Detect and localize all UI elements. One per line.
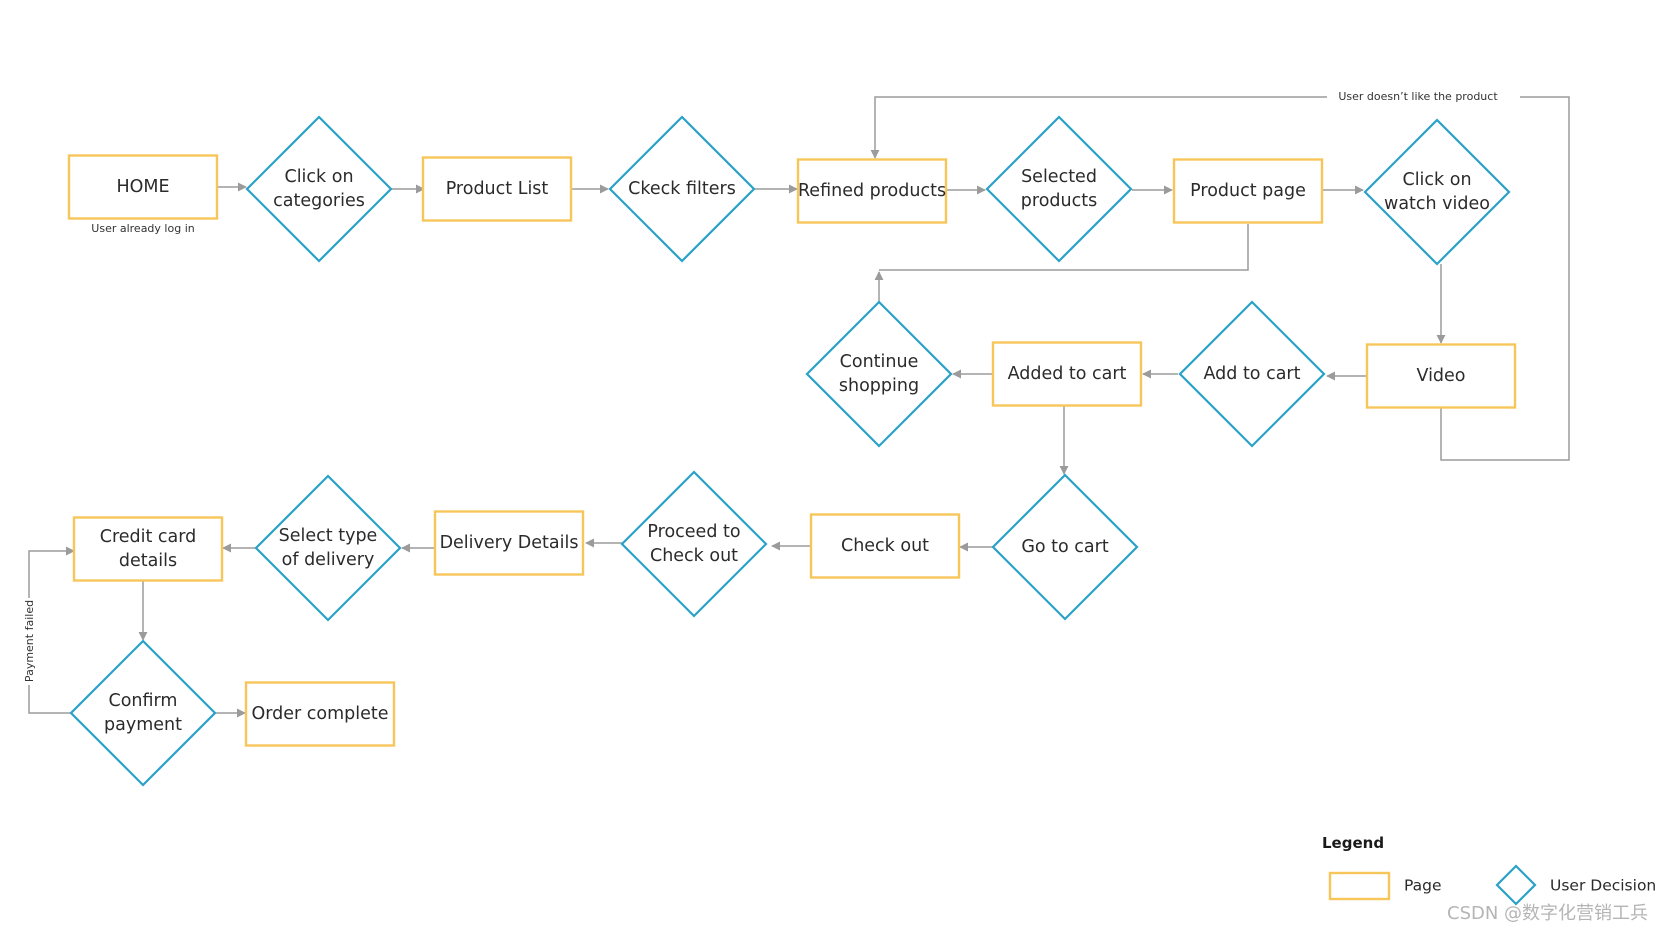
- node-label: Click on: [1402, 170, 1471, 190]
- node-product-page: Product page: [1172, 158, 1324, 224]
- legend-decision-label: User Decision: [1550, 877, 1656, 895]
- legend-title: Legend: [1322, 834, 1384, 852]
- node-delivery-details: Delivery Details: [433, 510, 585, 576]
- node-add-to-cart: Add to cart: [1178, 300, 1326, 448]
- node-check-out: Check out: [809, 513, 961, 579]
- node-credit-card: Credit card details: [72, 516, 224, 582]
- node-label: Product List: [446, 179, 549, 199]
- node-label: Added to cart: [1008, 364, 1127, 384]
- node-label: Check out: [841, 536, 929, 556]
- node-continue-shopping: Continue shopping: [805, 300, 953, 448]
- node-product-list: Product List: [421, 156, 573, 222]
- loop-label-payment-failed: Payment failed: [23, 600, 36, 682]
- decision-diamond: [69, 639, 217, 787]
- node-label: Click on: [284, 167, 353, 187]
- node-click-categories: Click on categories: [245, 115, 393, 263]
- node-label: Delivery Details: [440, 533, 579, 553]
- node-label: products: [1021, 191, 1097, 211]
- node-label: Product page: [1190, 181, 1306, 201]
- node-label: payment: [104, 715, 182, 735]
- node-label: Continue: [840, 352, 919, 372]
- node-label: Select type: [279, 526, 378, 546]
- node-label: Refined products: [798, 181, 946, 201]
- node-refined-products: Refined products: [796, 158, 948, 224]
- node-label: Credit card: [100, 527, 197, 547]
- node-watch-video: Click on watch video: [1363, 118, 1511, 266]
- legend: Legend Page User Decision: [1322, 834, 1656, 906]
- node-label: details: [119, 551, 177, 571]
- decision-diamond: [245, 115, 393, 263]
- legend-page-swatch: [1328, 871, 1391, 901]
- edge-payment-failed-top: [28, 546, 75, 598]
- node-video: Video: [1365, 343, 1517, 409]
- decision-diamond: [254, 474, 402, 622]
- node-proceed-checkout: Proceed to Check out: [620, 470, 768, 618]
- node-label: HOME: [116, 177, 169, 197]
- edge-dislike-refined: [870, 96, 1327, 159]
- node-label: Ckeck filters: [628, 179, 736, 199]
- node-label: watch video: [1384, 194, 1490, 214]
- decision-diamond: [805, 300, 953, 448]
- node-home: HOME: [67, 154, 219, 220]
- node-label: Add to cart: [1204, 364, 1301, 384]
- node-confirm-payment: Confirm payment: [69, 639, 217, 787]
- decision-diamond: [985, 115, 1133, 263]
- node-label: Go to cart: [1021, 537, 1109, 557]
- node-selected-products: Selected products: [985, 115, 1133, 263]
- watermark: CSDN @数字化营销工兵: [1447, 903, 1648, 924]
- edge-payment-failed-bottom: [28, 685, 71, 714]
- node-label: Confirm: [109, 691, 178, 711]
- nodes: HOME Click on categories Product List Ckeck …: [67, 115, 1517, 787]
- home-note: User already log in: [91, 222, 194, 235]
- node-label: categories: [273, 191, 365, 211]
- node-check-filters: Ckeck filters: [608, 115, 756, 263]
- decision-diamond: [1363, 118, 1511, 266]
- node-label: Check out: [650, 546, 738, 566]
- node-label: shopping: [839, 376, 919, 396]
- loop-label-dislike: User doesn’t like the product: [1338, 90, 1498, 103]
- node-select-delivery: Select type of delivery: [254, 474, 402, 622]
- node-label: of delivery: [282, 550, 375, 570]
- legend-page-label: Page: [1404, 877, 1442, 895]
- decision-diamond: [620, 470, 768, 618]
- flowchart-canvas: HOME Click on categories Product List Ckeck …: [23, 90, 1656, 924]
- node-added-to-cart: Added to cart: [991, 341, 1143, 407]
- node-go-to-cart: Go to cart: [991, 473, 1139, 621]
- node-order-complete: Order complete: [244, 681, 396, 747]
- node-label: Selected: [1021, 167, 1097, 187]
- node-label: Order complete: [251, 704, 388, 724]
- node-label: Proceed to: [647, 522, 740, 542]
- legend-decision-swatch: [1495, 864, 1537, 906]
- node-label: Video: [1416, 366, 1465, 386]
